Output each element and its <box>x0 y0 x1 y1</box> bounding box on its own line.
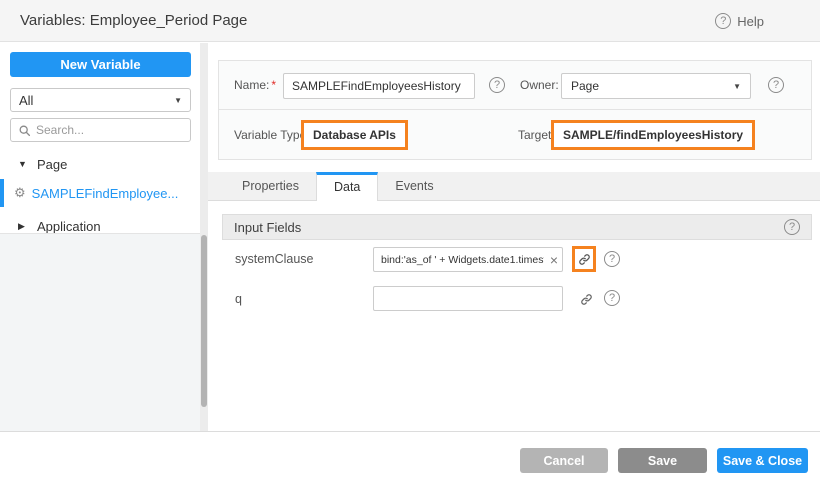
help-button[interactable]: ? Help <box>715 0 764 42</box>
service-variable-icon: ⚙ <box>14 185 26 201</box>
owner-value: Page <box>571 79 599 93</box>
variable-filter-select[interactable]: All ▼ <box>10 88 191 112</box>
dialog-header: Variables: Employee_Period Page ? Help <box>0 0 820 42</box>
field-label-q: q <box>235 292 242 306</box>
name-field[interactable] <box>283 73 475 99</box>
detail-tabs: Properties Data Events <box>208 172 820 201</box>
target-label: Target: <box>518 128 555 142</box>
selection-indicator <box>0 179 4 207</box>
owner-select[interactable]: Page ▼ <box>561 73 751 99</box>
new-variable-button[interactable]: New Variable <box>10 52 191 77</box>
tree-node-variable-selected[interactable]: ⚙ SAMPLEFindEmployee... <box>0 179 200 207</box>
variable-type-label: Variable Type: <box>234 128 310 142</box>
variable-detail-pane: Name:* ? Owner:* Page ▼ ? Variable Type:… <box>208 43 820 431</box>
save-and-close-button[interactable]: Save & Close <box>717 448 808 473</box>
q-bind-button[interactable] <box>574 286 598 312</box>
variable-summary-panel: Name:* ? Owner:* Page ▼ ? Variable Type:… <box>218 60 812 160</box>
link-icon <box>580 293 593 306</box>
variables-sidebar: New Variable All ▼ ▼ Page ⚙ SAMPLEFindEm… <box>0 43 200 431</box>
name-help-icon[interactable]: ? <box>489 77 505 93</box>
chevron-down-icon: ▼ <box>733 82 741 91</box>
tab-data[interactable]: Data <box>316 172 378 201</box>
tree-node-page-label: Page <box>37 157 67 172</box>
systemclause-help-icon[interactable]: ? <box>604 251 620 267</box>
cancel-button[interactable]: Cancel <box>520 448 608 473</box>
q-input[interactable] <box>373 286 563 311</box>
tab-properties[interactable]: Properties <box>225 172 316 200</box>
systemclause-bind-button-highlighted[interactable] <box>572 246 596 272</box>
tree-node-application-label: Application <box>37 219 101 234</box>
owner-label: Owner:* <box>520 78 565 92</box>
q-input-wrap <box>373 286 563 311</box>
search-icon <box>18 124 31 137</box>
help-icon: ? <box>715 13 731 29</box>
caret-down-icon[interactable]: ▼ <box>18 159 28 169</box>
input-fields-title: Input Fields <box>234 220 301 235</box>
variable-type-value-highlighted: Database APIs <box>301 120 408 150</box>
name-label: Name:* <box>234 78 276 92</box>
input-fields-header: Input Fields ? <box>222 214 812 240</box>
dialog-footer: Cancel Save Save & Close <box>0 431 820 489</box>
field-label-systemclause: systemClause <box>235 252 314 266</box>
q-help-icon[interactable]: ? <box>604 290 620 306</box>
sidebar-empty-area <box>0 234 200 431</box>
tab-events[interactable]: Events <box>378 172 450 200</box>
systemclause-input-wrap: × <box>373 247 563 272</box>
target-value-highlighted: SAMPLE/findEmployeesHistory <box>551 120 755 150</box>
tree-node-page[interactable]: ▼ Page <box>0 151 200 177</box>
chevron-down-icon: ▼ <box>174 96 182 105</box>
tree-node-variable-label: SAMPLEFindEmployee... <box>32 186 179 201</box>
type-target-row: Variable Type: Database APIs Target: SAM… <box>219 110 811 159</box>
sidebar-scrollbar-thumb[interactable] <box>201 235 207 407</box>
save-button[interactable]: Save <box>618 448 707 473</box>
link-icon <box>578 253 591 266</box>
clear-icon[interactable]: × <box>550 253 558 267</box>
search-input[interactable] <box>36 123 183 137</box>
variable-filter-value: All <box>19 93 33 108</box>
owner-help-icon[interactable]: ? <box>768 77 784 93</box>
name-owner-row: Name:* ? Owner:* Page ▼ ? <box>219 61 811 110</box>
required-asterisk: * <box>271 78 276 92</box>
input-fields-help-icon[interactable]: ? <box>784 219 800 235</box>
page-title: Variables: Employee_Period Page <box>20 0 247 42</box>
variable-search <box>10 118 191 142</box>
caret-right-icon[interactable]: ▶ <box>18 221 28 232</box>
help-label: Help <box>737 14 764 29</box>
systemclause-input[interactable] <box>373 247 563 272</box>
variables-dialog: Variables: Employee_Period Page ? Help N… <box>0 0 820 489</box>
